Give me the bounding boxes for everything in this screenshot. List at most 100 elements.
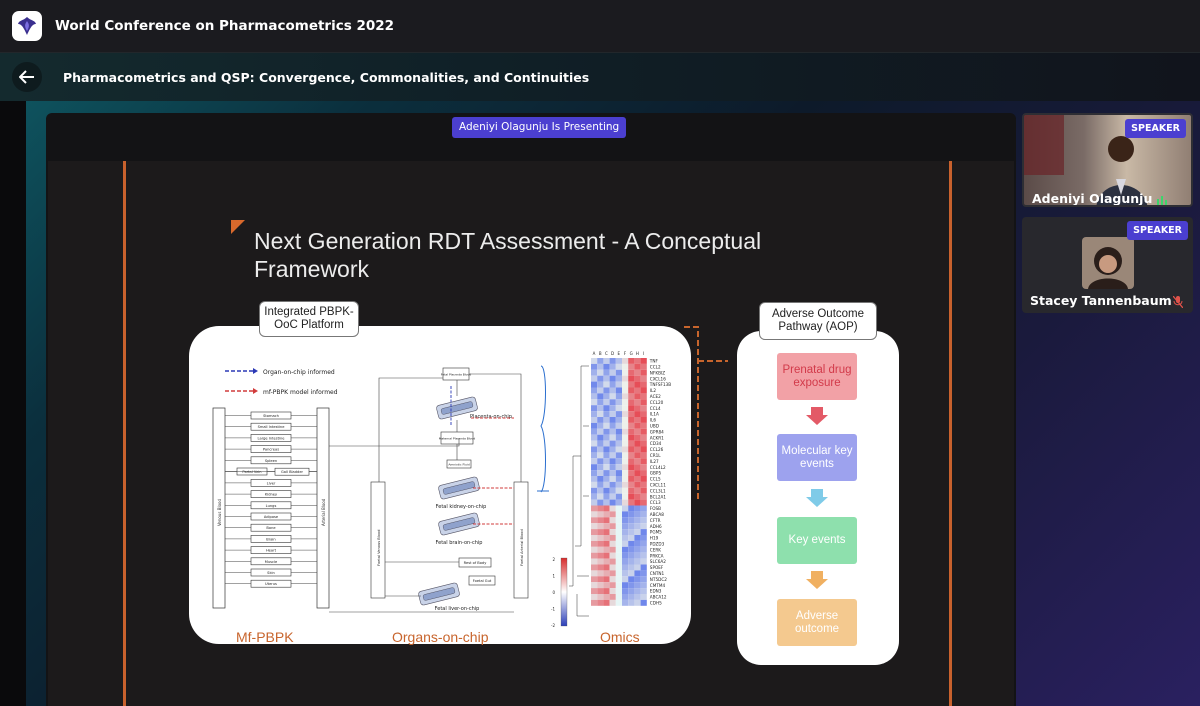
- heatmap-cell: [609, 576, 616, 583]
- heatmap-cell: [615, 505, 622, 512]
- heatmap-cell: [591, 369, 598, 376]
- chip-label: Foetal Gut: [473, 579, 492, 583]
- heatmap-cell: [640, 529, 647, 535]
- heatmap-cell: [640, 493, 647, 500]
- scale-tick: 0: [552, 590, 555, 595]
- gene-label: TNFSF13B: [649, 382, 671, 387]
- heatmap-cell: [609, 552, 616, 559]
- heatmap-cell: [591, 375, 598, 382]
- heatmap-cell: [597, 393, 604, 400]
- heatmap-cell: [591, 440, 598, 447]
- chip-label: Fetal liver-on-chip: [435, 606, 480, 612]
- gene-label: GBP5: [650, 471, 662, 476]
- heatmap-cell: [591, 511, 598, 518]
- heatmap-cell: [603, 540, 610, 547]
- slide-title: Next Generation RDT Assessment - A Conce…: [254, 228, 762, 282]
- heatmap-cell: [603, 588, 610, 594]
- heatmap-cell: [640, 546, 647, 553]
- heatmap-cell: [591, 558, 598, 565]
- heatmap-cell: [591, 446, 598, 453]
- heatmap-cell: [628, 411, 635, 417]
- participant-tile[interactable]: SPEAKER Stacey Tannenbaum: [1022, 217, 1193, 313]
- heatmap-cell: [597, 535, 604, 541]
- heatmap-cell: [615, 393, 622, 400]
- organ-label: Lungs: [266, 504, 277, 508]
- heatmap-cell: [622, 422, 629, 429]
- heatmap-column-label: A: [593, 351, 596, 356]
- heatmap-cell: [615, 552, 622, 559]
- heatmap-column-label: I: [643, 351, 644, 356]
- heatmap-cell: [597, 452, 604, 459]
- heatmap-cell: [628, 458, 635, 465]
- slide-corner-mark: [231, 220, 245, 234]
- heatmap-cell: [640, 458, 647, 465]
- heatmap-cell: [603, 546, 610, 553]
- heatmap-cell: [628, 552, 635, 559]
- heatmap-cell: [591, 540, 598, 547]
- heatmap-cell: [628, 369, 635, 376]
- heatmap-cell: [591, 594, 598, 600]
- heatmap-cell: [622, 558, 629, 565]
- heatmap-cell: [640, 594, 647, 600]
- legend-organ-on-chip: Organ-on-chip informed: [263, 369, 335, 376]
- heatmap-cell: [622, 369, 629, 376]
- chip-label: Fetal brain-on-chip: [436, 540, 483, 546]
- heatmap-cell: [640, 405, 647, 412]
- heatmap-cell: [628, 393, 635, 400]
- gene-label: CMTM4: [650, 583, 666, 588]
- heatmap-cell: [597, 375, 604, 382]
- heatmap-cell: [609, 387, 616, 394]
- organ-label: Skin: [267, 571, 275, 575]
- heatmap-cell: [609, 564, 616, 571]
- heatmap-cell: [628, 582, 635, 589]
- heatmap-cell: [628, 405, 635, 412]
- heatmap-cell: [615, 588, 622, 594]
- organ-label: Large Intestine: [258, 436, 286, 440]
- heatmap-cell: [609, 399, 616, 406]
- heatmap-cell: [591, 405, 598, 412]
- heatmap-cell: [597, 552, 604, 559]
- heatmap-cell: [597, 422, 604, 429]
- aop-arrow: [806, 489, 828, 507]
- heatmap-cell: [609, 440, 616, 447]
- heatmap-cell: [622, 399, 629, 406]
- gene-label: NT5DC2: [650, 577, 668, 582]
- gene-label: ACKR1: [650, 435, 664, 440]
- heatmap-cell: [628, 417, 635, 423]
- scale-tick: 1: [552, 574, 555, 579]
- heatmap-cell: [609, 546, 616, 553]
- heatmap-cell: [597, 428, 604, 435]
- heatmap-cell: [615, 487, 622, 494]
- heatmap-cell: [591, 493, 598, 500]
- back-button[interactable]: [12, 62, 42, 92]
- heatmap-cell: [622, 505, 629, 512]
- heatmap-cell: [622, 446, 629, 453]
- session-title: Pharmacometrics and QSP: Convergence, Co…: [63, 69, 590, 85]
- heatmap-cell: [640, 422, 647, 429]
- participant-name: Stacey Tannenbaum: [1030, 293, 1172, 308]
- heatmap-cell: [622, 470, 629, 476]
- heatmap-cell: [640, 540, 647, 547]
- heatmap-cell: [609, 476, 616, 482]
- bracket-connector: [684, 326, 728, 501]
- chip-label: Placenta-on-chip: [470, 414, 512, 420]
- heatmap-column-label: D: [611, 351, 614, 356]
- heatmap-cell: [640, 517, 647, 524]
- slide: Next Generation RDT Assessment - A Conce…: [48, 161, 1014, 706]
- heatmap-cell: [597, 582, 604, 589]
- chip-label: Maternal Placenta Blood: [439, 437, 476, 441]
- heatmap-cell: [609, 481, 616, 488]
- heatmap-cell: [622, 417, 629, 423]
- gene-label: CDH5: [650, 601, 662, 606]
- heatmap-cell: [597, 476, 604, 482]
- heatmap-cell: [609, 540, 616, 547]
- heatmap-column-label: B: [599, 351, 602, 356]
- heatmap-cell: [634, 564, 641, 571]
- heatmap-cell: [628, 470, 635, 476]
- heatmap-cell: [609, 588, 616, 594]
- participant-tile[interactable]: SPEAKER Adeniyi Olagunju: [1022, 113, 1193, 207]
- heatmap-cell: [603, 369, 610, 376]
- heatmap-cell: [603, 381, 610, 388]
- heatmap-cell: [615, 417, 622, 423]
- heatmap-cell: [591, 499, 598, 506]
